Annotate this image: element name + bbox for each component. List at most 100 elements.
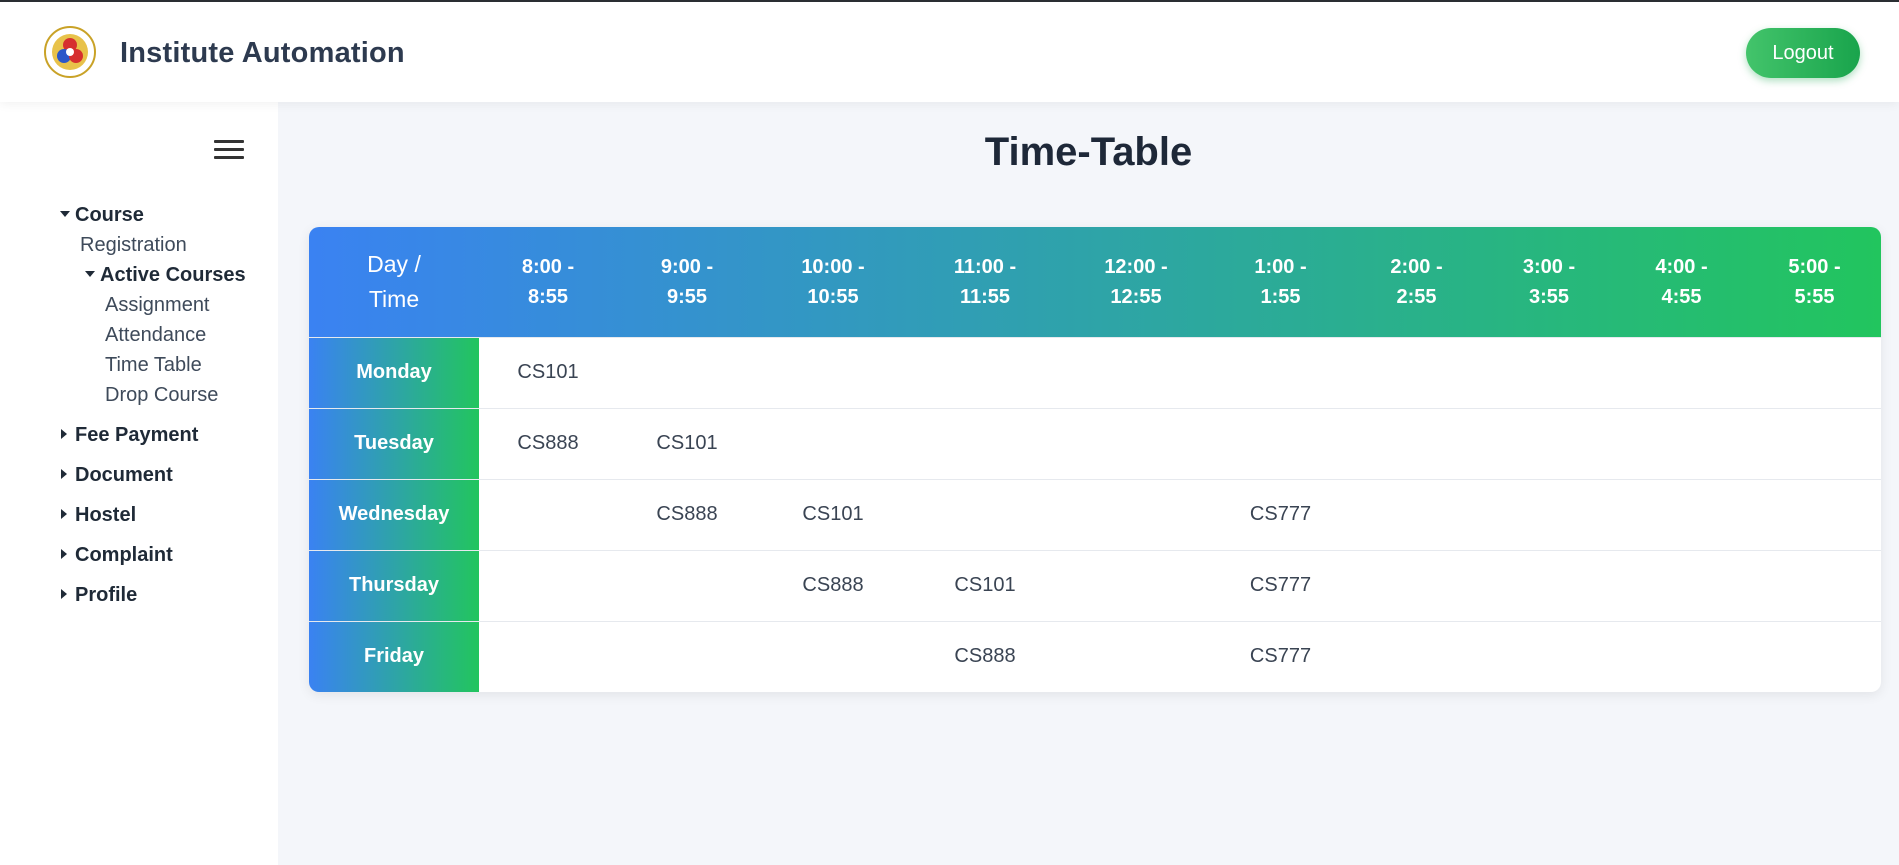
timetable-cell — [479, 550, 617, 621]
header-line: 12:00 - — [1104, 255, 1168, 278]
timetable-cell — [757, 408, 909, 479]
timetable-cell — [1615, 621, 1748, 692]
timetable-cell — [1350, 337, 1483, 408]
sidebar-item-registration[interactable]: Registration — [80, 234, 187, 257]
time-slot-header: 4:00 - 4:55 — [1615, 227, 1748, 337]
timetable-cell — [617, 621, 757, 692]
timetable-cell — [617, 550, 757, 621]
sidebar-item-document[interactable]: Document — [61, 464, 173, 487]
timetable-cell — [1350, 621, 1483, 692]
header-line: 4:55 — [1661, 285, 1702, 308]
time-slot-header: 5:00 - 5:55 — [1748, 227, 1881, 337]
sidebar-item-label: Complaint — [75, 544, 173, 566]
timetable-cell — [1350, 550, 1483, 621]
sidebar-item-label: Fee Payment — [75, 424, 199, 446]
timetable-cell — [909, 479, 1061, 550]
time-slot-header: 10:00 - 10:55 — [757, 227, 909, 337]
app-header: Institute Automation Logout — [0, 2, 1899, 102]
sidebar-item-profile[interactable]: Profile — [61, 584, 137, 607]
sidebar-item-fee-payment[interactable]: Fee Payment — [61, 424, 198, 447]
time-slot-header: 9:00 - 9:55 — [617, 227, 757, 337]
day-label: Monday — [309, 337, 479, 408]
timetable-cell — [479, 479, 617, 550]
timetable-cell — [1483, 550, 1615, 621]
sidebar-item-label: Profile — [75, 584, 138, 606]
sidebar-item-course[interactable]: Course — [60, 204, 144, 227]
timetable-cell — [1615, 550, 1748, 621]
day-label: Wednesday — [309, 479, 479, 550]
header-line: 3:55 — [1528, 285, 1570, 308]
time-slot-header: 3:00 - 3:55 — [1483, 227, 1615, 337]
timetable-cell: CS777 — [1249, 574, 1312, 596]
header-line: 11:00 - — [953, 255, 1017, 278]
timetable-cell — [1483, 337, 1615, 408]
header-line: 12:55 — [1110, 285, 1162, 308]
timetable-cell — [909, 337, 1061, 408]
logout-button[interactable]: Logout — [1746, 28, 1860, 78]
header-line: 4:00 - — [1655, 255, 1708, 278]
header-line: 9:00 - — [660, 255, 714, 278]
sidebar-item-active-courses[interactable]: Active Courses — [85, 264, 246, 287]
table-row: Monday CS101 — [309, 337, 1881, 408]
caret-right-icon — [61, 468, 67, 479]
timetable-header-row: Day / Time 8:00 -8:55 9:00 -9:55 10:00 -10… — [309, 227, 1881, 337]
timetable-card: Day / Time 8:00 -8:55 9:00 -9:55 10:00 -10… — [309, 227, 1881, 692]
hamburger-icon[interactable] — [214, 140, 244, 162]
timetable-cell: CS777 — [1249, 503, 1312, 525]
institute-logo-icon — [44, 26, 96, 78]
timetable-cell: CS888 — [802, 574, 864, 596]
table-row: Friday CS888 CS777 — [309, 621, 1881, 692]
timetable-cell — [1483, 479, 1615, 550]
timetable-cell: CS777 — [1249, 645, 1312, 668]
day-label: Friday — [309, 621, 479, 692]
timetable-cell — [1350, 479, 1483, 550]
caret-down-icon — [85, 270, 95, 277]
timetable-cell: CS888 — [517, 432, 579, 454]
timetable-cell — [1748, 337, 1881, 408]
header-line: 5:00 - — [1788, 255, 1841, 278]
sidebar-item-label: Drop Course — [105, 384, 219, 406]
sidebar-item-drop-course[interactable]: Drop Course — [105, 384, 218, 407]
header-line: 8:55 — [527, 285, 569, 308]
header-line: Day / — [367, 250, 421, 277]
caret-right-icon — [61, 548, 67, 559]
header-line: 10:55 — [807, 285, 859, 308]
time-slot-header: 11:00 - 11:55 — [909, 227, 1061, 337]
timetable-cell: CS888 — [656, 503, 718, 525]
sidebar-item-label: Attendance — [105, 324, 207, 346]
day-time-header: Day / Time — [309, 227, 479, 337]
page-title: Time-Table — [984, 130, 1193, 174]
timetable-cell — [1483, 408, 1615, 479]
timetable-cell — [1615, 337, 1748, 408]
timetable-cell — [1748, 621, 1881, 692]
timetable-cell — [1061, 550, 1211, 621]
day-label: Tuesday — [309, 408, 479, 479]
timetable-cell — [909, 408, 1061, 479]
timetable-cell — [1748, 550, 1881, 621]
sidebar-item-time-table[interactable]: Time Table — [105, 354, 202, 377]
caret-right-icon — [61, 588, 67, 599]
header-line: 5:55 — [1794, 285, 1835, 308]
caret-right-icon — [61, 428, 67, 439]
sidebar-item-attendance[interactable]: Attendance — [105, 324, 206, 347]
timetable-cell: CS101 — [954, 574, 1016, 596]
header-line: 9:55 — [666, 285, 708, 308]
time-slot-header: 1:00 - 1:55 — [1211, 227, 1350, 337]
header-line: 3:00 - — [1522, 255, 1576, 278]
day-label: Thursday — [309, 550, 479, 621]
sidebar-item-hostel[interactable]: Hostel — [61, 504, 136, 527]
timetable-cell — [1748, 479, 1881, 550]
sidebar-item-label: Registration — [80, 234, 187, 256]
timetable-cell — [1615, 479, 1748, 550]
sidebar-item-label: Course — [75, 204, 144, 226]
timetable-cell: CS101 — [517, 361, 579, 383]
sidebar-item-complaint[interactable]: Complaint — [61, 544, 173, 567]
timetable-cell — [617, 337, 757, 408]
sidebar-item-label: Document — [75, 464, 173, 486]
timetable-cell: CS888 — [954, 645, 1016, 668]
timetable-cell — [479, 621, 617, 692]
sidebar-item-label: Time Table — [105, 354, 202, 376]
sidebar-item-assignment[interactable]: Assignment — [105, 294, 210, 317]
sidebar-item-label: Assignment — [105, 294, 210, 316]
table-row: Tuesday CS888 CS101 — [309, 408, 1881, 479]
